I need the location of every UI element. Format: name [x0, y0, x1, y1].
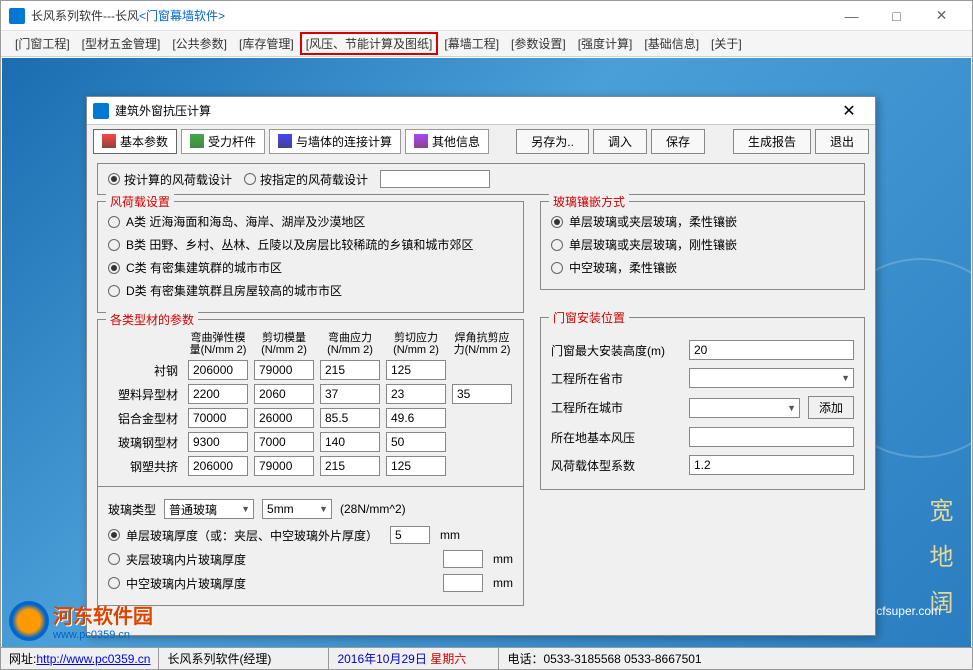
param-input[interactable]: [386, 384, 446, 404]
exit-button[interactable]: 退出: [815, 129, 869, 154]
load-button[interactable]: 调入: [593, 129, 647, 154]
param-input[interactable]: [254, 384, 314, 404]
radio-embed-3[interactable]: 中空玻璃，柔性镶嵌: [551, 256, 854, 279]
radio-spec-wind[interactable]: 按指定的风荷载设计: [244, 171, 368, 188]
max-height-input[interactable]: [689, 340, 854, 360]
param-input[interactable]: [320, 360, 380, 380]
menu-public-params[interactable]: [公共参数]: [166, 32, 233, 55]
radio-thickness-single[interactable]: 单层玻璃厚度（或：夹层、中空玻璃外片厚度）mm: [108, 523, 513, 547]
menu-material[interactable]: [型材五金管理]: [76, 32, 167, 55]
menu-basic-info[interactable]: [基础信息]: [638, 32, 705, 55]
province-select[interactable]: [689, 368, 854, 388]
col-shear-modulus: 剪切模量(N/mm 2): [254, 332, 314, 356]
param-input[interactable]: [188, 456, 248, 476]
param-input[interactable]: [188, 408, 248, 428]
statusbar: 网址:http://www.pc0359.cn 长风系列软件(经理) 2016年…: [1, 647, 972, 669]
install-fieldset: 门窗安装位置 门窗最大安装高度(m) 工程所在省市 工程所在城市添加 所在地基本…: [540, 317, 865, 490]
save-button[interactable]: 保存: [651, 129, 705, 154]
menu-curtain-wall[interactable]: [幕墙工程]: [438, 32, 505, 55]
maximize-button[interactable]: □: [874, 2, 919, 30]
dialog-close-button[interactable]: ✕: [829, 98, 869, 124]
window-title: 长风系列软件---长风<门窗幕墙软件>: [31, 7, 829, 24]
status-date: 2016年10月29日 星期六: [329, 648, 499, 669]
app-icon: [9, 8, 25, 24]
glass-type-label: 玻璃类型: [108, 501, 156, 518]
wind-load-fieldset: 风荷载设置 A类 近海海面和海岛、海岸、湖岸及沙漠地区 B类 田野、乡村、丛林、…: [97, 201, 524, 313]
radio-wind-a[interactable]: A类 近海海面和海岛、海岸、湖岸及沙漠地区: [108, 210, 513, 233]
radio-calc-wind[interactable]: 按计算的风荷载设计: [108, 171, 232, 188]
menu-strength[interactable]: [强度计算]: [572, 32, 639, 55]
radio-embed-1[interactable]: 单层玻璃或夹层玻璃，柔性镶嵌: [551, 210, 854, 233]
menu-window[interactable]: [门窗工程]: [9, 32, 76, 55]
radio-wind-d[interactable]: D类 有密集建筑群且房屋较高的城市市区: [108, 279, 513, 302]
param-input[interactable]: [254, 408, 314, 428]
radio-embed-2[interactable]: 单层玻璃或夹层玻璃，刚性镶嵌: [551, 233, 854, 256]
report-button[interactable]: 生成报告: [733, 129, 811, 154]
tab-force-bars[interactable]: 受力杆件: [181, 129, 265, 154]
menu-inventory[interactable]: [库存管理]: [233, 32, 300, 55]
glass-thickness-select[interactable]: 5mm: [262, 499, 332, 519]
dialog-title: 建筑外窗抗压计算: [115, 102, 829, 119]
menu-settings[interactable]: [参数设置]: [505, 32, 572, 55]
coef-input[interactable]: [689, 455, 854, 475]
param-input[interactable]: [320, 432, 380, 452]
status-link[interactable]: http://www.pc0359.cn: [36, 652, 150, 666]
main-titlebar: 长风系列软件---长风<门窗幕墙软件> — □ ✕: [1, 1, 972, 31]
watermark-logo-icon: [9, 601, 49, 641]
calc-dialog: 建筑外窗抗压计算 ✕ 基本参数 受力杆件 与墙体的连接计算 其他信息 另存为..…: [86, 96, 876, 636]
param-input[interactable]: [188, 384, 248, 404]
minimize-button[interactable]: —: [829, 2, 874, 30]
tab-wall-calc[interactable]: 与墙体的连接计算: [269, 129, 401, 154]
status-phone: 电话：0533-3185568 0533-8667501: [499, 648, 972, 669]
radio-wind-c[interactable]: C类 有密集建筑群的城市市区: [108, 256, 513, 279]
col-shear-stress: 剪切应力(N/mm 2): [386, 332, 446, 356]
param-input[interactable]: [188, 360, 248, 380]
add-city-button[interactable]: 添加: [808, 396, 854, 419]
tab-other-info[interactable]: 其他信息: [405, 129, 489, 154]
glass-embed-fieldset: 玻璃镶嵌方式 单层玻璃或夹层玻璃，柔性镶嵌 单层玻璃或夹层玻璃，刚性镶嵌 中空玻…: [540, 201, 865, 290]
param-input[interactable]: [386, 456, 446, 476]
glass-spec: (28N/mm^2): [340, 502, 406, 516]
radio-thickness-hollow[interactable]: 中空玻璃内片玻璃厚度mm: [108, 571, 513, 595]
close-button[interactable]: ✕: [919, 2, 964, 30]
param-input[interactable]: [254, 456, 314, 476]
param-input[interactable]: [254, 360, 314, 380]
menu-wind-energy[interactable]: [风压、节能计算及图纸]: [300, 32, 439, 55]
col-bend-modulus: 弯曲弹性模量(N/mm 2): [188, 332, 248, 356]
dialog-icon: [93, 103, 109, 119]
status-app: 长风系列软件(经理): [159, 648, 329, 669]
thickness-input-1[interactable]: [390, 526, 430, 544]
col-weld-stress: 焊角抗剪应力(N/mm 2): [452, 332, 512, 356]
radio-thickness-laminate[interactable]: 夹层玻璃内片玻璃厚度mm: [108, 547, 513, 571]
main-menubar: [门窗工程] [型材五金管理] [公共参数] [库存管理] [风压、节能计算及图…: [1, 31, 972, 57]
thickness-input-3[interactable]: [443, 574, 483, 592]
param-input[interactable]: [320, 384, 380, 404]
save-as-button[interactable]: 另存为..: [516, 129, 589, 154]
param-input[interactable]: [452, 384, 512, 404]
param-input[interactable]: [188, 432, 248, 452]
param-input[interactable]: [386, 408, 446, 428]
menu-about[interactable]: [关于]: [705, 32, 748, 55]
param-input[interactable]: [320, 456, 380, 476]
radio-wind-b[interactable]: B类 田野、乡村、丛林、丘陵以及房层比较稀疏的乡镇和城市郊区: [108, 233, 513, 256]
tab-basic-params[interactable]: 基本参数: [93, 129, 177, 154]
thickness-input-2[interactable]: [443, 550, 483, 568]
param-input[interactable]: [386, 432, 446, 452]
param-input[interactable]: [254, 432, 314, 452]
city-select[interactable]: [689, 398, 800, 418]
spec-wind-input[interactable]: [380, 170, 490, 188]
param-input[interactable]: [386, 360, 446, 380]
glass-type-select[interactable]: 普通玻璃: [164, 499, 254, 519]
material-params-fieldset: 各类型材的参数 弯曲弹性模量(N/mm 2) 剪切模量(N/mm 2) 弯曲应力…: [97, 319, 524, 487]
watermark: 河东软件园 www.pc0359.cn: [9, 600, 153, 641]
base-wind-input[interactable]: [689, 427, 854, 447]
param-input[interactable]: [320, 408, 380, 428]
col-bend-stress: 弯曲应力(N/mm 2): [320, 332, 380, 356]
